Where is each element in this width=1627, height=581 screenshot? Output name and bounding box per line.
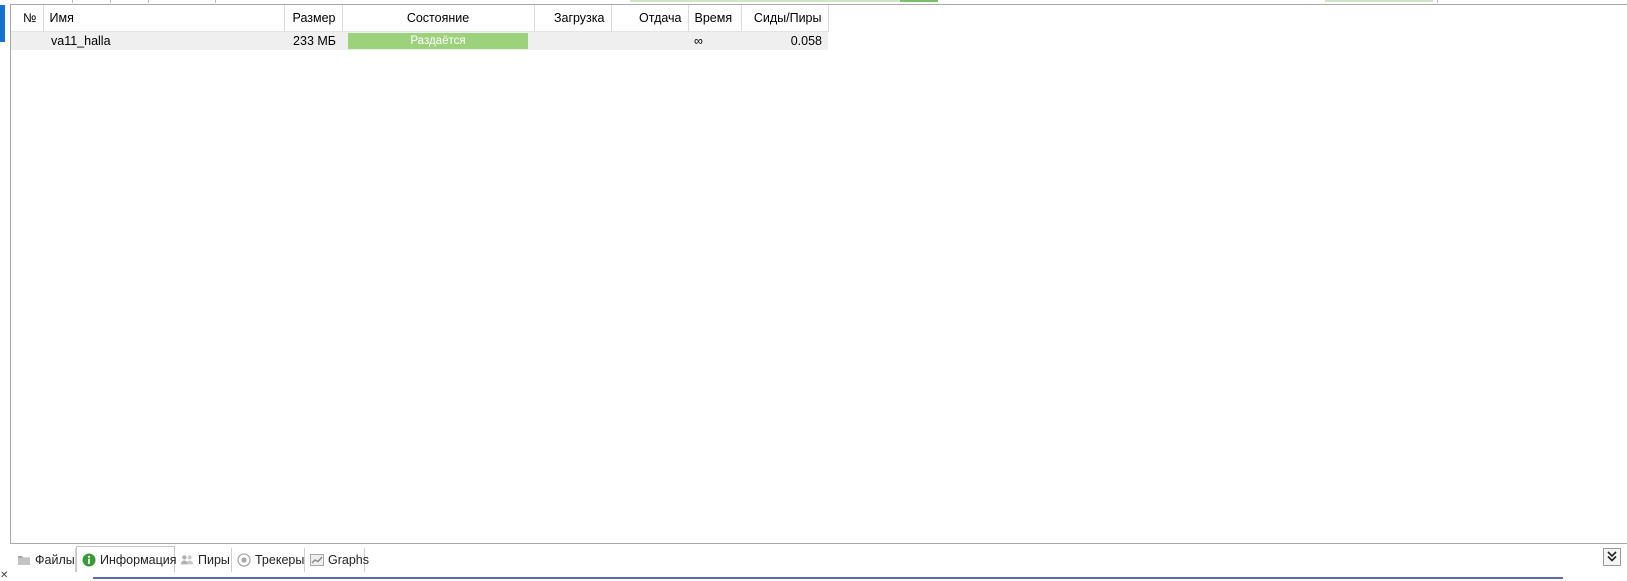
column-header-time[interactable]: Время bbox=[688, 5, 742, 32]
progress-remnant-fill bbox=[900, 0, 938, 2]
column-header-state[interactable]: Состояние bbox=[342, 5, 535, 32]
double-chevron-down-icon bbox=[1607, 550, 1617, 565]
column-header-name[interactable]: Имя bbox=[43, 5, 285, 32]
toolbar-separator bbox=[72, 0, 73, 3]
toolbar-separator bbox=[1437, 0, 1438, 3]
toolbar-separator bbox=[110, 0, 111, 3]
state-progress-bar: Раздаётся bbox=[348, 33, 528, 49]
row-download bbox=[534, 31, 611, 50]
collapse-panel-button[interactable] bbox=[1603, 548, 1621, 566]
tab-trackers[interactable]: Трекеры bbox=[232, 548, 305, 572]
row-num bbox=[11, 31, 43, 50]
torrent-table: № Имя Размер Состояние Загрузка Отдача В… bbox=[11, 5, 829, 50]
table-header: № Имя Размер Состояние Загрузка Отдача В… bbox=[11, 5, 829, 32]
tab-label: Пиры bbox=[198, 553, 230, 567]
close-icon[interactable]: ✕ bbox=[0, 570, 8, 581]
row-size: 233 МБ bbox=[284, 31, 342, 50]
column-header-seeds-peers[interactable]: Сиды/Пиры bbox=[741, 5, 829, 32]
toolbar-separator bbox=[148, 0, 149, 3]
tracker-icon bbox=[237, 553, 251, 567]
torrent-list-panel: № Имя Размер Состояние Загрузка Отдача В… bbox=[10, 4, 1627, 544]
progress-remnant bbox=[630, 0, 938, 2]
status-remnant bbox=[1325, 0, 1433, 2]
column-header-upload[interactable]: Отдача bbox=[611, 5, 689, 32]
row-upload bbox=[611, 31, 688, 50]
column-header-size[interactable]: Размер bbox=[284, 5, 343, 32]
row-state: Раздаётся bbox=[342, 31, 534, 50]
row-seeds-peers: 0.058 bbox=[741, 31, 828, 50]
row-name: va11_halla bbox=[43, 31, 284, 50]
toolbar-separator bbox=[215, 0, 216, 3]
tab-info[interactable]: Информация bbox=[76, 546, 177, 572]
tab-label: Трекеры bbox=[255, 553, 305, 567]
info-icon bbox=[82, 553, 96, 567]
tab-graphs[interactable]: Graphs bbox=[305, 548, 369, 572]
tab-label: Graphs bbox=[328, 553, 369, 567]
tab-label: Файлы bbox=[35, 553, 75, 567]
folder-icon bbox=[17, 553, 31, 567]
tab-files[interactable]: Файлы bbox=[12, 548, 76, 572]
peers-icon bbox=[180, 553, 194, 567]
tab-peers[interactable]: Пиры bbox=[175, 548, 232, 572]
tab-label: Информация bbox=[100, 552, 177, 567]
table-row[interactable]: va11_halla 233 МБ Раздаётся ∞ 0.058 bbox=[11, 31, 828, 50]
status-bar-edge bbox=[93, 577, 1563, 579]
column-header-download[interactable]: Загрузка bbox=[534, 5, 612, 32]
row-time: ∞ bbox=[688, 31, 741, 50]
column-header-num[interactable]: № bbox=[11, 5, 44, 32]
details-tab-bar: Файлы Информация Пиры Трекеры Graphs bbox=[10, 546, 1627, 572]
sidebar-selection-accent bbox=[0, 5, 5, 42]
graph-icon bbox=[310, 553, 324, 567]
